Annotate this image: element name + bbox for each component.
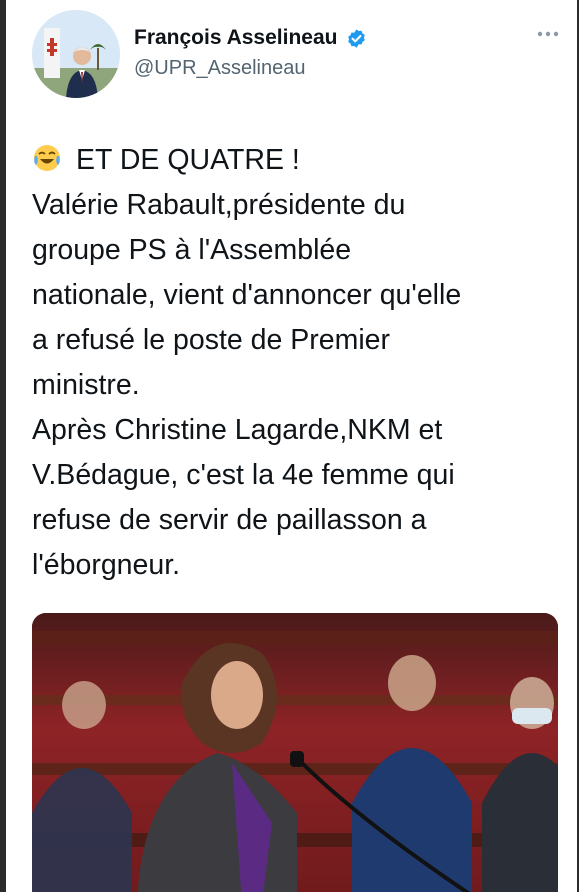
tweet-line: Valérie Rabault,présidente du [32,189,406,221]
tweet-card: François Asselineau @UPR_Asselineau ET D… [6,0,577,892]
avatar[interactable] [32,10,120,98]
more-dots-icon[interactable] [536,30,560,38]
tweet-media-photo[interactable] [32,613,558,892]
tweet-line: refuse de servir de paillasson a [32,504,427,536]
author-names: François Asselineau @UPR_Asselineau [134,26,367,80]
avatar-photo [32,10,120,98]
tweet-line: Après Christine Lagarde,NKM et [32,414,443,446]
tears-of-joy-emoji-icon [34,145,60,171]
tweet-line: ministre. [32,369,140,401]
tweet-line: V.Bédague, c'est la 4e femme qui [32,459,455,491]
tweet-line: l'éborgneur. [32,549,181,581]
tweet-header: François Asselineau @UPR_Asselineau [6,0,577,110]
tweet-line: nationale, vient d'annoncer qu'elle [32,279,462,311]
tweet-line: ET DE QUATRE ! [76,144,300,176]
author-handle[interactable]: @UPR_Asselineau [134,57,367,80]
assembly-speaker-photo [32,613,558,892]
author-display-name[interactable]: François Asselineau [134,26,337,50]
tweet-line: groupe PS à l'Assemblée [32,234,352,266]
verified-badge-icon [348,28,365,48]
tweet-line: a refusé le poste de Premier [32,324,391,356]
tweet-text: ET DE QUATRE ! Valérie Rabault,président… [32,138,552,588]
